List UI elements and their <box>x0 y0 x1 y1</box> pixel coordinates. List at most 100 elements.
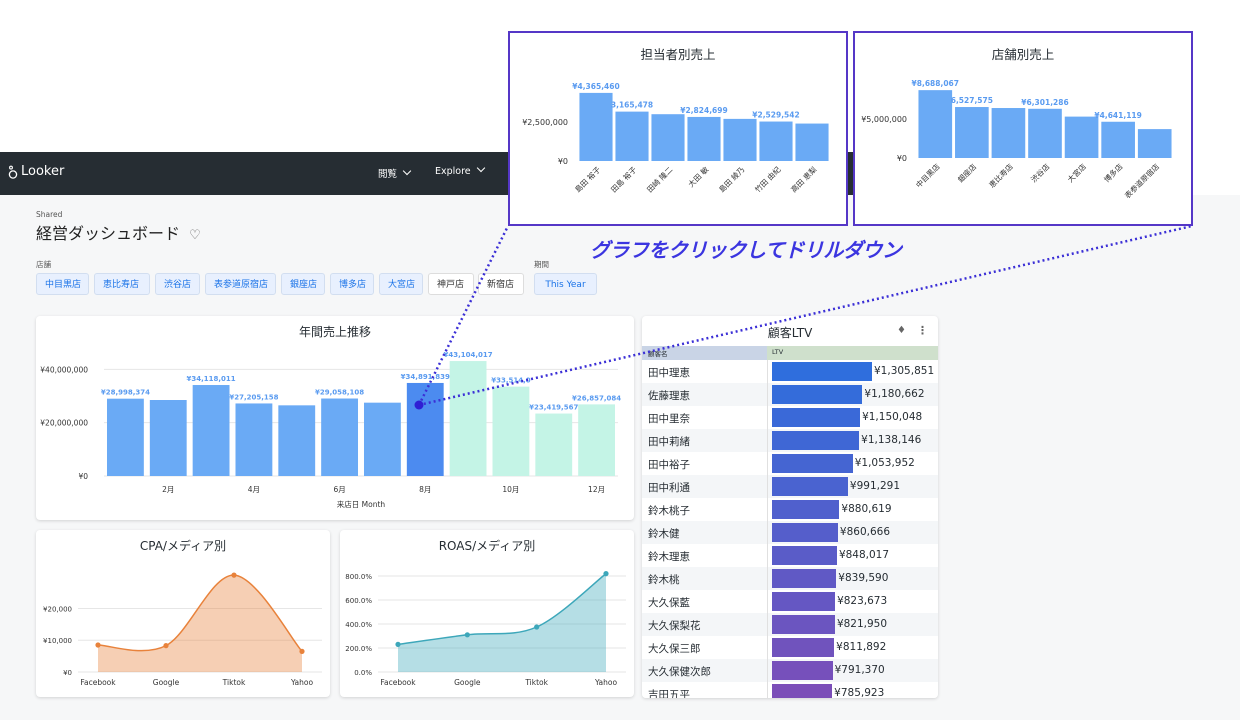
data-point[interactable] <box>95 642 101 648</box>
store-filter-kobe[interactable]: 神戸店 <box>428 273 474 295</box>
roas-chart[interactable]: 0.0% 200.0% 400.0% 600.0% 800.0% Facebook Goog… <box>340 530 634 697</box>
sales-bar[interactable] <box>578 404 616 476</box>
ltv-table-row[interactable]: 大久保三郎 ¥811,892 <box>642 636 938 659</box>
drill-bar[interactable] <box>759 121 793 161</box>
ltv-value-cell[interactable]: ¥811,892 <box>836 641 886 653</box>
customer-name-cell[interactable]: 鈴木健 <box>648 526 680 541</box>
cpa-chart[interactable]: ¥0 ¥10,000 ¥20,000 Facebook Google Tiktok Yaho… <box>36 530 330 697</box>
ltv-table-row[interactable]: 佐藤理恵 ¥1,180,662 <box>642 383 938 406</box>
ltv-header-ltv-cell[interactable]: LTV <box>767 346 938 360</box>
ltv-value-cell[interactable]: ¥821,950 <box>837 618 887 630</box>
sales-bar[interactable] <box>406 382 444 476</box>
store-filter-shinjuku[interactable]: 新宿店 <box>478 273 524 295</box>
annual-sales-chart[interactable]: ¥0 ¥20,000,000 ¥40,000,000 ¥28,998,374 ¥34,1… <box>36 316 634 520</box>
customer-name-cell[interactable]: 大久保三郎 <box>648 641 701 656</box>
ltv-value-cell[interactable]: ¥880,619 <box>841 503 891 515</box>
ltv-table-row[interactable]: 田中莉緒 ¥1,138,146 <box>642 429 938 452</box>
annual-sales-tile[interactable]: 年間売上推移 ¥0 ¥20,000,000 ¥40,000,000 ¥28,998,3… <box>36 316 634 520</box>
customer-name-cell[interactable]: 田中利通 <box>648 480 690 495</box>
ltv-value-cell[interactable]: ¥839,590 <box>838 572 888 584</box>
sales-bar[interactable] <box>106 398 144 476</box>
staff-sales-popup[interactable]: 担当者別売上 ¥0 ¥2,500,000 ¥4,365,460 島田 裕子 3,165,… <box>508 31 848 226</box>
ltv-value-cell[interactable]: ¥860,666 <box>840 526 890 538</box>
ltv-table-row[interactable]: 鈴木理恵 ¥848,017 <box>642 544 938 567</box>
store-filter-ebisu[interactable]: 恵比寿店 <box>94 273 150 295</box>
sales-bar[interactable] <box>149 400 187 476</box>
customer-name-cell[interactable]: 鈴木桃 <box>648 572 680 587</box>
nav-explore[interactable]: Explore <box>435 163 485 177</box>
drill-bar[interactable] <box>615 111 649 161</box>
ltv-table-row[interactable]: 大久保藍 ¥823,673 <box>642 590 938 613</box>
store-filter-omotesando[interactable]: 表参道原宿店 <box>205 273 276 295</box>
customer-name-cell[interactable]: 田中莉緒 <box>648 434 690 449</box>
drill-bar[interactable] <box>991 108 1026 158</box>
period-filter-this-year[interactable]: This Year <box>534 273 597 295</box>
data-point[interactable] <box>231 572 237 578</box>
data-point[interactable] <box>534 624 540 630</box>
customer-name-cell[interactable]: 田中裕子 <box>648 457 690 472</box>
drill-bar[interactable] <box>1101 121 1135 158</box>
customer-name-cell[interactable]: 大久保梨花 <box>648 618 701 633</box>
drill-bar[interactable] <box>795 123 829 161</box>
customer-name-cell[interactable]: 佐藤理恵 <box>648 388 690 403</box>
sales-bar[interactable] <box>492 386 530 476</box>
ltv-table-row[interactable]: 田中裕子 ¥1,053,952 <box>642 452 938 475</box>
ltv-table-row[interactable]: 鈴木桃子 ¥880,619 <box>642 498 938 521</box>
ltv-value-cell[interactable]: ¥823,673 <box>837 595 887 607</box>
customer-name-cell[interactable]: 田中里奈 <box>648 411 690 426</box>
sales-bar[interactable] <box>449 361 487 476</box>
sales-bar[interactable] <box>363 402 401 476</box>
store-sales-chart[interactable]: ¥0 ¥5,000,000 ¥8,688,067 中目黒店 6,527,575 銀座店 恵比… <box>855 33 1191 224</box>
drill-bar[interactable] <box>918 90 953 158</box>
ltv-table-row[interactable]: 田中理恵 ¥1,305,851 <box>642 360 938 383</box>
tile-menu-icon[interactable]: ⋮ <box>917 324 928 337</box>
cpa-tile[interactable]: CPA/メディア別 ¥0 ¥10,000 ¥20,000 Facebook Google… <box>36 530 330 697</box>
customer-name-cell[interactable]: 田中理恵 <box>648 365 690 380</box>
ltv-value-cell[interactable]: ¥1,138,146 <box>861 434 921 446</box>
ltv-table-row[interactable]: 鈴木健 ¥860,666 <box>642 521 938 544</box>
store-filter-ginza[interactable]: 銀座店 <box>281 273 325 295</box>
data-point[interactable] <box>603 571 609 577</box>
drill-bar[interactable] <box>955 107 989 158</box>
ltv-value-cell[interactable]: ¥848,017 <box>839 549 889 561</box>
nav-browse[interactable]: 閲覧 <box>378 166 412 180</box>
ltv-table-row[interactable]: 田中里奈 ¥1,150,048 <box>642 406 938 429</box>
data-point[interactable] <box>299 648 305 654</box>
store-sales-popup[interactable]: 店舗別売上 ¥0 ¥5,000,000 ¥8,688,067 中目黒店 6,527,57… <box>853 31 1193 226</box>
drill-bar[interactable] <box>579 92 613 161</box>
roas-tile[interactable]: ROAS/メディア別 0.0% 200.0% 400.0% 600.0% 800.0% F… <box>340 530 634 697</box>
favorite-heart-icon[interactable]: ♡ <box>189 228 201 243</box>
ltv-table-row[interactable]: 大久保梨花 ¥821,950 <box>642 613 938 636</box>
ltv-value-cell[interactable]: ¥1,305,851 <box>874 365 934 377</box>
data-point[interactable] <box>395 641 401 647</box>
alert-bell-icon[interactable]: ♦ <box>897 325 906 336</box>
ltv-value-cell[interactable]: ¥785,923 <box>834 687 884 698</box>
ltv-table-row[interactable]: 大久保健次郎 ¥791,370 <box>642 659 938 682</box>
customer-name-cell[interactable]: 吉田五平 <box>648 687 690 698</box>
data-point[interactable] <box>464 632 470 638</box>
sales-bar[interactable] <box>192 385 230 476</box>
data-point[interactable] <box>163 643 169 649</box>
ltv-table-row[interactable]: 田中利通 ¥991,291 <box>642 475 938 498</box>
customer-name-cell[interactable]: 鈴木理恵 <box>648 549 690 564</box>
customer-ltv-tile[interactable]: 顧客LTV ♦ ⋮ 顧客名 LTV 田中理恵 ¥1,305,851 佐藤理恵 ¥1,1… <box>642 316 938 698</box>
drill-bar[interactable] <box>1137 129 1172 158</box>
drill-bar[interactable] <box>1064 116 1099 158</box>
staff-sales-chart[interactable]: ¥0 ¥2,500,000 ¥4,365,460 島田 裕子 3,165,478 田島 裕… <box>510 33 846 224</box>
sales-bar[interactable] <box>321 398 359 476</box>
looker-logo[interactable]: Looker <box>8 164 64 179</box>
ltv-value-cell[interactable]: ¥1,150,048 <box>862 411 922 423</box>
customer-name-cell[interactable]: 大久保藍 <box>648 595 690 610</box>
store-filter-hakata[interactable]: 博多店 <box>330 273 374 295</box>
customer-name-cell[interactable]: 大久保健次郎 <box>648 664 711 679</box>
ltv-value-cell[interactable]: ¥791,370 <box>835 664 885 676</box>
ltv-value-cell[interactable]: ¥1,180,662 <box>864 388 924 400</box>
ltv-table-row[interactable]: 鈴木桃 ¥839,590 <box>642 567 938 590</box>
ltv-value-cell[interactable]: ¥991,291 <box>850 480 900 492</box>
sales-bar[interactable] <box>278 405 316 476</box>
drill-bar[interactable] <box>651 114 685 161</box>
sales-bar[interactable] <box>235 403 273 476</box>
drill-bar[interactable] <box>687 116 721 161</box>
store-filter-nakameguro[interactable]: 中目黒店 <box>36 273 89 295</box>
ltv-header-name-cell[interactable]: 顧客名 <box>642 346 767 360</box>
